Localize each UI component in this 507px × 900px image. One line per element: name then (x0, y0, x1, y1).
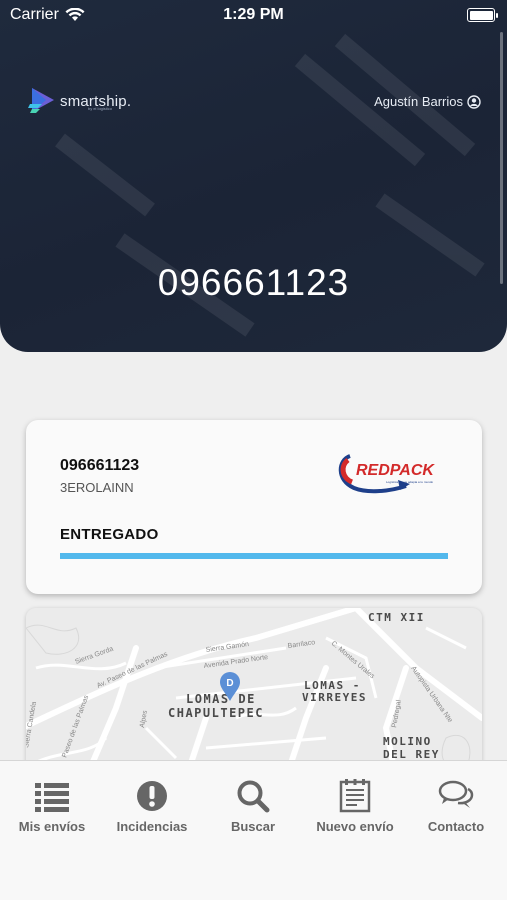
svg-text:C. Montes Urales: C. Montes Urales (330, 640, 376, 680)
svg-text:Av. Paseo de las Palmas: Av. Paseo de las Palmas (96, 651, 169, 690)
tab-bar: Mis envíos Incidencias Buscar Nuevo enví… (0, 760, 507, 900)
search-icon (237, 780, 270, 813)
shipment-progress-bar (60, 553, 448, 559)
svg-text:Avenida Prado Norte: Avenida Prado Norte (203, 654, 268, 670)
svg-text:Sierra Gorda: Sierra Gorda (74, 646, 114, 666)
delivery-map[interactable]: Av. Paseo de las Palmas Sierra Gorda Sie… (26, 608, 482, 778)
tab-label: Contacto (427, 819, 485, 834)
tab-contacto[interactable]: Contacto (406, 779, 506, 834)
user-name: Agustín Barrios (374, 94, 463, 109)
svg-text:Alpes: Alpes (139, 709, 149, 728)
battery-icon (467, 8, 498, 22)
redpack-logo-text: REDPACK (356, 462, 435, 479)
chat-bubbles-icon (438, 780, 474, 808)
scroll-indicator (500, 32, 503, 284)
list-icon (35, 783, 69, 812)
alert-circle-icon (137, 781, 167, 811)
header: Carrier 1:29 PM smartship. by el logisti… (0, 0, 507, 352)
tab-incidencias[interactable]: Incidencias (102, 779, 202, 834)
svg-text:Sierra Candela: Sierra Candela (26, 701, 38, 748)
svg-text:Paseo de las Palmas: Paseo de las Palmas (61, 694, 90, 759)
tab-label: Nuevo envío (316, 819, 394, 834)
svg-text:Sierra Gamón: Sierra Gamón (205, 641, 249, 654)
shipment-tracking-number: 096661123 (60, 457, 140, 474)
shipment-card[interactable]: 096661123 3EROLAINN REDPACK Logística qu… (26, 420, 482, 594)
status-time: 1:29 PM (223, 6, 284, 23)
tab-mis-envios[interactable]: Mis envíos (2, 779, 102, 834)
header-tracking-number: 096661123 (157, 262, 350, 303)
map-pin-letter: D (226, 678, 233, 689)
map-label-lomas-virreyes-line2: VIRREYES (302, 691, 367, 704)
svg-text:Autopista Urbana Nte: Autopista Urbana Nte (409, 665, 453, 724)
shipment-reference: 3EROLAINN (60, 480, 134, 495)
svg-text:Pedregal: Pedregal (391, 699, 403, 728)
map-label-ctm: CTM XII (368, 611, 425, 624)
status-bar: Carrier 1:29 PM (0, 0, 507, 30)
user-circle-icon (467, 94, 481, 109)
user-menu[interactable]: Agustín Barrios (374, 94, 481, 109)
tab-nuevo-envio[interactable]: Nuevo envío (305, 779, 405, 834)
tab-buscar[interactable]: Buscar (203, 779, 303, 834)
redpack-tagline: Logística que te adapta a tu mundo (386, 480, 433, 484)
tab-label: Mis envíos (18, 819, 86, 834)
smartship-logo-icon (28, 88, 54, 113)
shipment-progress-fill (60, 553, 448, 559)
tab-label: Buscar (230, 819, 276, 834)
tab-label: Incidencias (116, 819, 188, 834)
document-icon (339, 779, 371, 813)
svg-text:Barrilaco: Barrilaco (287, 639, 315, 650)
brand-subtitle: by el logistico (88, 106, 113, 111)
shipment-status: ENTREGADO (60, 526, 159, 543)
redpack-logo: REDPACK Logística que te adapta a tu mun… (338, 454, 435, 494)
map-pin-icon[interactable]: D (219, 672, 241, 702)
smartship-logo: smartship. by el logistico (28, 86, 131, 116)
map-label-lomas-chapultepec-line2: CHAPULTEPEC (168, 706, 264, 720)
